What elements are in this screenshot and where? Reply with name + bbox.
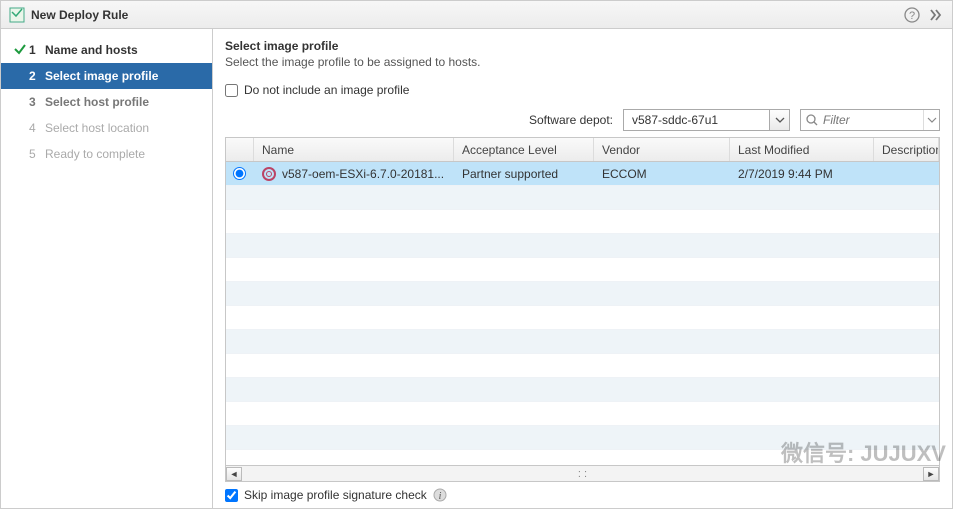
- table-row: [226, 378, 939, 402]
- filter-input[interactable]: [823, 113, 923, 127]
- table-row: [226, 426, 939, 450]
- col-acceptance[interactable]: Acceptance Level: [454, 138, 594, 161]
- table-row: [226, 354, 939, 378]
- no-include-image-profile-checkbox[interactable]: [225, 84, 238, 97]
- horizontal-scrollbar[interactable]: ◄ : : ►: [226, 465, 939, 481]
- row-name: v587-oem-ESXi-6.7.0-20181...: [282, 167, 444, 181]
- info-icon[interactable]: i: [433, 488, 447, 502]
- table-row: [226, 210, 939, 234]
- table-row: [226, 186, 939, 210]
- wizard-steps: 1 Name and hosts 2 Select image profile …: [1, 29, 213, 508]
- scroll-track[interactable]: : :: [242, 467, 923, 481]
- table-row: [226, 306, 939, 330]
- table-row: [226, 402, 939, 426]
- scroll-left-button[interactable]: ◄: [226, 467, 242, 481]
- software-depot-dropdown[interactable]: v587-sddc-67u1: [623, 109, 790, 131]
- table-body: v587-oem-ESXi-6.7.0-20181... Partner sup…: [226, 162, 939, 465]
- row-modified: 2/7/2019 9:44 PM: [730, 162, 874, 185]
- col-name[interactable]: Name: [254, 138, 454, 161]
- help-icon[interactable]: ?: [904, 7, 920, 23]
- skip-signature-checkbox[interactable]: [225, 489, 238, 502]
- deploy-rule-icon: [9, 7, 25, 23]
- no-include-label: Do not include an image profile: [244, 83, 409, 97]
- table-row: [226, 330, 939, 354]
- step-select-host-location: 4 Select host location: [1, 115, 212, 141]
- step-select-host-profile[interactable]: 3 Select host profile: [1, 89, 212, 115]
- image-profile-icon: [262, 167, 276, 181]
- table-row: [226, 282, 939, 306]
- software-depot-value: v587-sddc-67u1: [624, 113, 769, 127]
- col-vendor[interactable]: Vendor: [594, 138, 730, 161]
- table-header: Name Acceptance Level Vendor Last Modifi…: [226, 138, 939, 162]
- step-select-image-profile[interactable]: 2 Select image profile: [1, 63, 212, 89]
- col-modified[interactable]: Last Modified: [730, 138, 874, 161]
- filter-dropdown-icon[interactable]: [923, 110, 939, 130]
- step-name-and-hosts[interactable]: 1 Name and hosts: [1, 37, 212, 63]
- row-vendor: ECCOM: [594, 162, 730, 185]
- row-description: [874, 162, 939, 185]
- advance-icon[interactable]: [928, 7, 944, 23]
- step-ready-to-complete: 5 Ready to complete: [1, 141, 212, 167]
- filter-box[interactable]: [800, 109, 940, 131]
- svg-text:i: i: [438, 491, 441, 502]
- table-row[interactable]: v587-oem-ESXi-6.7.0-20181... Partner sup…: [226, 162, 939, 186]
- titlebar: New Deploy Rule ?: [1, 1, 952, 29]
- page-subtitle: Select the image profile to be assigned …: [225, 55, 940, 69]
- skip-signature-label: Skip image profile signature check: [244, 488, 427, 502]
- search-icon: [801, 113, 823, 127]
- chevron-down-icon[interactable]: [769, 110, 789, 130]
- table-row: [226, 234, 939, 258]
- row-radio[interactable]: [233, 167, 246, 180]
- svg-text:?: ?: [909, 10, 915, 22]
- col-description[interactable]: Description: [874, 138, 939, 161]
- scroll-right-button[interactable]: ►: [923, 467, 939, 481]
- check-icon: [13, 42, 27, 59]
- table-row: [226, 258, 939, 282]
- row-acceptance: Partner supported: [454, 162, 594, 185]
- window-title: New Deploy Rule: [31, 8, 128, 22]
- image-profile-table: Name Acceptance Level Vendor Last Modifi…: [225, 137, 940, 482]
- software-depot-label: Software depot:: [529, 113, 613, 127]
- page-title: Select image profile: [225, 39, 940, 53]
